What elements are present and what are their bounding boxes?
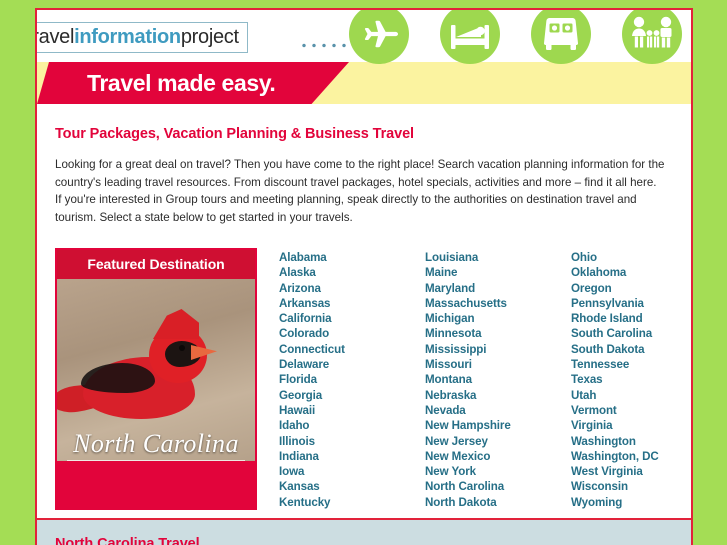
state-link[interactable]: Washington xyxy=(571,434,659,449)
state-link[interactable]: Massachusetts xyxy=(425,296,571,311)
cardinal-crest xyxy=(153,309,199,339)
state-link[interactable]: Delaware xyxy=(279,357,425,372)
state-link[interactable]: Virginia xyxy=(571,418,659,433)
state-link[interactable]: Washington, DC xyxy=(571,449,659,464)
logo-text-project: project xyxy=(180,26,239,48)
state-link[interactable]: South Dakota xyxy=(571,342,659,357)
state-link[interactable]: North Carolina xyxy=(425,479,571,494)
state-link[interactable]: Colorado xyxy=(279,326,425,341)
tagline-text: Travel made easy. xyxy=(87,69,276,96)
state-link[interactable]: Vermont xyxy=(571,403,659,418)
state-link[interactable]: Wyoming xyxy=(571,495,659,510)
state-link[interactable]: New Hampshire xyxy=(425,418,571,433)
state-link[interactable]: New York xyxy=(425,464,571,479)
state-link[interactable]: Maryland xyxy=(425,281,571,296)
state-link[interactable]: Montana xyxy=(425,372,571,387)
tagline-banner: Travel made easy. xyxy=(37,62,691,104)
bed-icon[interactable] xyxy=(440,10,500,64)
state-link[interactable]: Illinois xyxy=(279,434,425,449)
site-logo[interactable]: travelinformationproject xyxy=(37,22,248,53)
featured-destination-image: North Carolina xyxy=(57,279,255,461)
featured-destination-heading: Featured Destination xyxy=(57,250,255,279)
state-link[interactable]: Oklahoma xyxy=(571,265,659,280)
state-link[interactable]: Pennsylvania xyxy=(571,296,659,311)
state-link[interactable]: Tennessee xyxy=(571,357,659,372)
family-icon[interactable] xyxy=(622,10,682,64)
logo-text-information: information xyxy=(74,26,181,48)
state-link[interactable]: Connecticut xyxy=(279,342,425,357)
state-link[interactable]: Maine xyxy=(425,265,571,280)
page-root: travelinformationproject xyxy=(0,0,727,545)
state-link[interactable]: Missouri xyxy=(425,357,571,372)
state-link[interactable]: North Dakota xyxy=(425,495,571,510)
state-link[interactable]: Texas xyxy=(571,372,659,387)
logo-text-travel: travel xyxy=(37,26,75,48)
state-link[interactable]: Indiana xyxy=(279,449,425,464)
state-link[interactable]: Florida xyxy=(279,372,425,387)
state-link[interactable]: Hawaii xyxy=(279,403,425,418)
state-link[interactable]: Kansas xyxy=(279,479,425,494)
state-links: Alabama Alaska Arizona Arkansas Californ… xyxy=(279,248,665,510)
tagline-ribbon: Travel made easy. xyxy=(37,62,349,104)
state-link[interactable]: Ohio xyxy=(571,250,659,265)
state-detail-title: North Carolina Travel xyxy=(55,536,200,545)
state-link[interactable]: Georgia xyxy=(279,388,425,403)
destinations-row: Featured Destination North Carolina Alab… xyxy=(55,248,665,511)
state-link[interactable]: California xyxy=(279,311,425,326)
state-link[interactable]: Nebraska xyxy=(425,388,571,403)
state-link[interactable]: Oregon xyxy=(571,281,659,296)
state-link[interactable]: West Virginia xyxy=(571,464,659,479)
state-link[interactable]: South Carolina xyxy=(571,326,659,341)
state-link[interactable]: Iowa xyxy=(279,464,425,479)
state-link[interactable]: Alabama xyxy=(279,250,425,265)
state-link[interactable]: Utah xyxy=(571,388,659,403)
state-column-2: Louisiana Maine Maryland Massachusetts M… xyxy=(425,250,571,510)
intro-paragraph: Looking for a great deal on travel? Then… xyxy=(55,158,665,224)
content-frame: travelinformationproject xyxy=(35,8,693,545)
airplane-icon[interactable] xyxy=(349,10,409,64)
state-link[interactable]: Alaska xyxy=(279,265,425,280)
state-link[interactable]: Wisconsin xyxy=(571,479,659,494)
state-link[interactable]: Idaho xyxy=(279,418,425,433)
state-link[interactable]: Kentucky xyxy=(279,495,425,510)
state-link[interactable]: Minnesota xyxy=(425,326,571,341)
state-link[interactable]: Arizona xyxy=(279,281,425,296)
state-link[interactable]: New Mexico xyxy=(425,449,571,464)
state-link[interactable]: New Jersey xyxy=(425,434,571,449)
site-header: travelinformationproject xyxy=(37,10,691,64)
state-detail-panel: North Carolina Travel xyxy=(37,518,691,545)
featured-destination-caption: North Carolina xyxy=(73,429,239,458)
caption-rule xyxy=(67,460,245,461)
page-title: Tour Packages, Vacation Planning & Busin… xyxy=(55,126,414,142)
state-link[interactable]: Nevada xyxy=(425,403,571,418)
cardinal-eye xyxy=(179,345,185,351)
state-column-1: Alabama Alaska Arizona Arkansas Californ… xyxy=(279,250,425,510)
state-column-3: Ohio Oklahoma Oregon Pennsylvania Rhode … xyxy=(571,250,659,510)
main-content: Tour Packages, Vacation Planning & Busin… xyxy=(37,104,691,511)
bus-icon[interactable] xyxy=(531,10,591,64)
cardinal-wing xyxy=(81,363,155,393)
state-link[interactable]: Mississippi xyxy=(425,342,571,357)
state-link[interactable]: Michigan xyxy=(425,311,571,326)
state-link[interactable]: Rhode Island xyxy=(571,311,659,326)
state-link[interactable]: Arkansas xyxy=(279,296,425,311)
featured-destination-card[interactable]: Featured Destination North Carolina xyxy=(55,248,257,511)
state-link[interactable]: Louisiana xyxy=(425,250,571,265)
